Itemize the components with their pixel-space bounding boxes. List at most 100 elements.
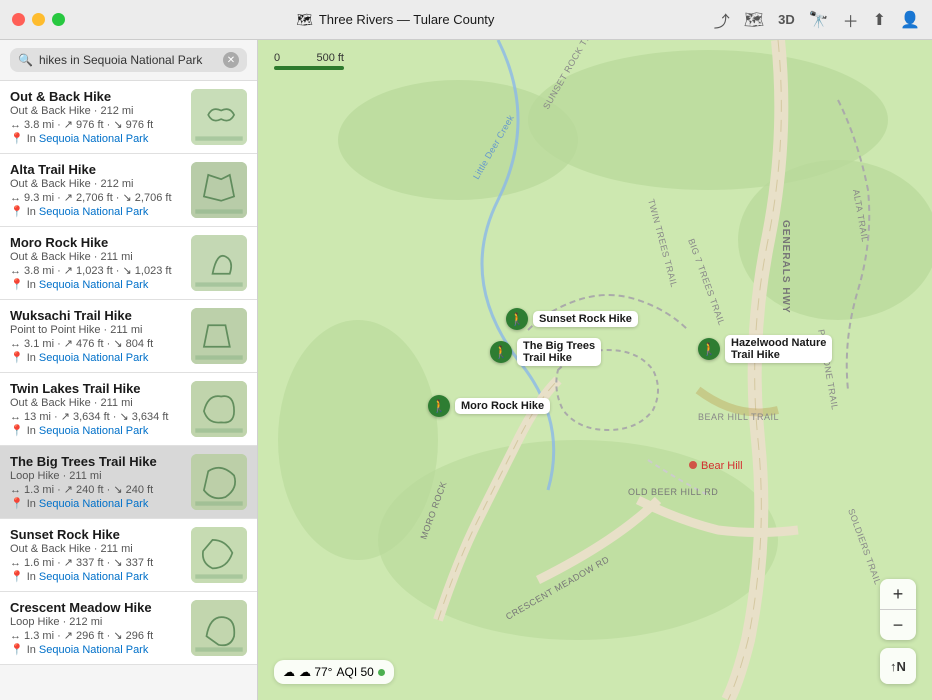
map-area[interactable]: GENERALS HWY SUNSET ROCK TRAIL ALTA TRAI…	[258, 40, 932, 700]
profile-icon[interactable]: 👤	[900, 10, 920, 30]
park-link[interactable]: Sequoia National Park	[39, 206, 148, 218]
hiker-pin-bigtrees: 🚶	[490, 341, 512, 363]
weather-icon: ☁	[283, 665, 295, 679]
clear-search-button[interactable]: ✕	[223, 52, 239, 68]
result-subtitle: Out & Back Hike · 212 mi	[10, 105, 183, 117]
scale-bar	[274, 66, 344, 70]
result-item[interactable]: The Big Trees Trail HikeLoop Hike · 211 …	[0, 446, 257, 519]
aqi-label: AQI 50	[336, 665, 373, 679]
result-subtitle: Out & Back Hike · 212 mi	[10, 178, 183, 190]
map-background: GENERALS HWY SUNSET ROCK TRAIL ALTA TRAI…	[258, 40, 932, 700]
location-icon[interactable]: ⤴	[714, 8, 730, 32]
result-item[interactable]: Wuksachi Trail HikePoint to Point Hike ·…	[0, 300, 257, 373]
result-title: Crescent Meadow Hike	[10, 600, 183, 615]
result-thumbnail	[191, 235, 247, 291]
result-subtitle: Loop Hike · 211 mi	[10, 470, 183, 482]
result-title: Moro Rock Hike	[10, 235, 183, 250]
result-thumbnail	[191, 89, 247, 145]
result-detail: ↔ 1.6 mi · ↗ 337 ft · ↘ 337 ft	[10, 556, 183, 569]
result-location: 📍 In Sequoia National Park	[10, 351, 183, 364]
result-title: Wuksachi Trail Hike	[10, 308, 183, 323]
toolbar-icons: ⤴ 🗺 3D 🔭 ＋ ⬆ 👤	[714, 8, 920, 32]
park-link[interactable]: Sequoia National Park	[39, 644, 148, 656]
location-pin-icon: 📍	[10, 351, 24, 364]
result-info: Moro Rock HikeOut & Back Hike · 211 mi↔ …	[10, 235, 183, 291]
location-pin-icon: 📍	[10, 132, 24, 145]
park-link[interactable]: Sequoia National Park	[39, 133, 148, 145]
park-link[interactable]: Sequoia National Park	[39, 498, 148, 510]
result-thumbnail	[191, 381, 247, 437]
result-item[interactable]: Out & Back HikeOut & Back Hike · 212 mi↔…	[0, 81, 257, 154]
result-subtitle: Out & Back Hike · 211 mi	[10, 397, 183, 409]
result-detail: ↔ 13 mi · ↗ 3,634 ft · ↘ 3,634 ft	[10, 410, 183, 423]
result-thumbnail	[191, 600, 247, 656]
close-button[interactable]	[12, 13, 25, 26]
hazelwood-marker[interactable]: 🚶 Hazelwood NatureTrail Hike	[698, 335, 832, 363]
compass[interactable]: ↑N	[880, 648, 916, 684]
search-input[interactable]	[39, 53, 217, 67]
search-icon: 🔍	[18, 53, 33, 67]
location-pin-icon: 📍	[10, 570, 24, 583]
result-item[interactable]: Moro Rock HikeOut & Back Hike · 211 mi↔ …	[0, 227, 257, 300]
scale-end: 500 ft	[316, 52, 344, 64]
temperature: ☁ 77°	[299, 665, 332, 679]
search-bar: 🔍 ✕	[0, 40, 257, 81]
result-subtitle: Loop Hike · 212 mi	[10, 616, 183, 628]
park-link[interactable]: Sequoia National Park	[39, 352, 148, 364]
moro-rock-marker[interactable]: 🚶 Moro Rock Hike	[428, 395, 550, 417]
map-icon[interactable]: 🗺	[744, 10, 764, 30]
maximize-button[interactable]	[52, 13, 65, 26]
window-title: Three Rivers — Tulare County	[319, 12, 495, 27]
aqi-dot	[378, 669, 385, 676]
threed-button[interactable]: 3D	[778, 12, 795, 27]
search-input-wrapper[interactable]: 🔍 ✕	[10, 48, 247, 72]
location-pin-icon: 📍	[10, 497, 24, 510]
result-location: 📍 In Sequoia National Park	[10, 497, 183, 510]
zoom-out-button[interactable]: −	[880, 610, 916, 640]
result-title: Out & Back Hike	[10, 89, 183, 104]
big-trees-label: The Big TreesTrail Hike	[517, 338, 601, 366]
minimize-button[interactable]	[32, 13, 45, 26]
result-location: 📍 In Sequoia National Park	[10, 643, 183, 656]
result-location: 📍 In Sequoia National Park	[10, 570, 183, 583]
location-pin-icon: 📍	[10, 643, 24, 656]
result-detail: ↔ 1.3 mi · ↗ 240 ft · ↘ 240 ft	[10, 483, 183, 496]
hiker-pin-hazelwood: 🚶	[698, 338, 720, 360]
svg-text:OLD BEER HILL RD: OLD BEER HILL RD	[628, 487, 718, 497]
result-info: The Big Trees Trail HikeLoop Hike · 211 …	[10, 454, 183, 510]
result-detail: ↔ 9.3 mi · ↗ 2,706 ft · ↘ 2,706 ft	[10, 191, 183, 204]
result-thumbnail	[191, 454, 247, 510]
binoculars-icon[interactable]: 🔭	[809, 10, 829, 30]
result-title: The Big Trees Trail Hike	[10, 454, 183, 469]
park-link[interactable]: Sequoia National Park	[39, 571, 148, 583]
compass-label: ↑N	[890, 659, 906, 674]
result-info: Alta Trail HikeOut & Back Hike · 212 mi↔…	[10, 162, 183, 218]
result-item[interactable]: Crescent Meadow HikeLoop Hike · 212 mi↔ …	[0, 592, 257, 665]
sunset-rock-marker[interactable]: 🚶 Sunset Rock Hike	[506, 308, 638, 330]
share-icon[interactable]: ⬆	[873, 10, 886, 30]
result-detail: ↔ 3.8 mi · ↗ 976 ft · ↘ 976 ft	[10, 118, 183, 131]
moro-rock-label: Moro Rock Hike	[455, 398, 550, 414]
plus-icon[interactable]: ＋	[843, 8, 859, 32]
big-trees-marker[interactable]: 🚶 The Big TreesTrail Hike	[490, 338, 601, 366]
result-item[interactable]: Alta Trail HikeOut & Back Hike · 212 mi↔…	[0, 154, 257, 227]
park-link[interactable]: Sequoia National Park	[39, 425, 148, 437]
svg-text:GENERALS HWY: GENERALS HWY	[780, 220, 791, 314]
result-item[interactable]: Sunset Rock HikeOut & Back Hike · 211 mi…	[0, 519, 257, 592]
location-pin-icon: 📍	[10, 424, 24, 437]
document-icon: 🗺	[296, 12, 313, 28]
result-thumbnail	[191, 162, 247, 218]
park-link[interactable]: Sequoia National Park	[39, 279, 148, 291]
result-title: Sunset Rock Hike	[10, 527, 183, 542]
result-item[interactable]: Twin Lakes Trail HikeOut & Back Hike · 2…	[0, 373, 257, 446]
result-subtitle: Out & Back Hike · 211 mi	[10, 251, 183, 263]
hiker-pin-sunset: 🚶	[506, 308, 528, 330]
main-content: 🔍 ✕ Out & Back HikeOut & Back Hike · 212…	[0, 40, 932, 700]
result-thumbnail	[191, 527, 247, 583]
result-info: Out & Back HikeOut & Back Hike · 212 mi↔…	[10, 89, 183, 145]
sidebar: 🔍 ✕ Out & Back HikeOut & Back Hike · 212…	[0, 40, 258, 700]
result-location: 📍 In Sequoia National Park	[10, 278, 183, 291]
result-location: 📍 In Sequoia National Park	[10, 205, 183, 218]
zoom-in-button[interactable]: +	[880, 579, 916, 609]
result-location: 📍 In Sequoia National Park	[10, 132, 183, 145]
